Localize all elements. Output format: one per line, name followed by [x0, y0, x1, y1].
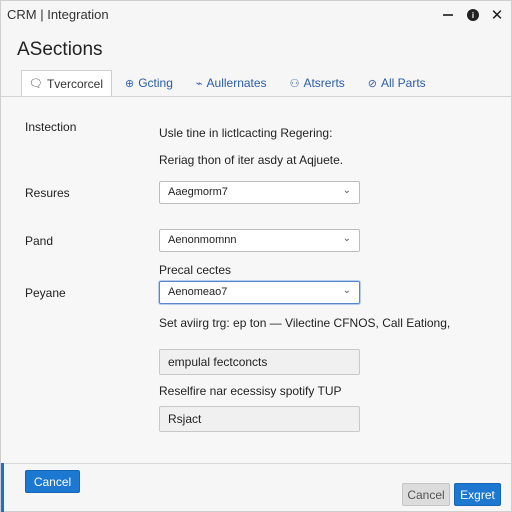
resources-select[interactable]: Aaegmorm7 ⌄: [159, 181, 360, 204]
settings-text: Set aviirg trg: ep ton — Vilectine CFNOS…: [159, 316, 451, 330]
globe-icon: ⊕: [124, 77, 135, 90]
resources-label: Resures: [25, 186, 70, 200]
chevron-down-icon: ⌄: [342, 185, 351, 196]
resources-value: Aaegmorm7: [168, 186, 228, 198]
tag-icon: ⊘: [367, 77, 377, 90]
minimize-icon: [443, 14, 453, 16]
title-bar: CRM | Integration i ✕: [1, 1, 511, 29]
pand-select[interactable]: Aenonmomnn ⌄: [159, 229, 360, 252]
peyane-select[interactable]: Aenomeao7 ⌄: [159, 281, 360, 304]
people-icon: ⚇: [289, 77, 300, 90]
page-title: ASections: [17, 39, 103, 60]
tab-label: Atsrerts: [303, 76, 345, 90]
instruction-subtext: Reriag thon of iter asdy at Aqjuete.: [159, 153, 344, 167]
instruction-label: Instection: [25, 120, 77, 134]
submit-button[interactable]: Exgret: [454, 483, 501, 506]
reject-field-value: Rsjact: [168, 412, 202, 426]
pand-value: Aenonmomnn: [168, 234, 237, 246]
reserve-text: Reselfire nar ecessisy spotify TUP: [159, 384, 342, 398]
close-icon: ✕: [490, 7, 504, 24]
emphasis-field[interactable]: empulal fectconcts: [159, 349, 360, 375]
chevron-down-icon: ⌄: [342, 285, 351, 296]
info-icon: i: [467, 9, 479, 21]
tab-all-parts[interactable]: ⊘ All Parts: [361, 70, 434, 96]
tab-gcting[interactable]: ⊕ Gcting: [118, 70, 181, 96]
tab-label: Aullernates: [206, 76, 267, 90]
emphasis-field-value: empulal fectconcts: [168, 355, 268, 369]
info-button[interactable]: i: [464, 6, 482, 24]
tab-bar: 🗨 Tvercorcel ⊕ Gcting ⌁ Aullernates ⚇ At…: [21, 70, 442, 96]
tab-aullernates[interactable]: ⌁ Aullernates: [189, 70, 275, 96]
cancel-button[interactable]: Cancel: [402, 483, 450, 506]
link-icon: ⌁: [195, 77, 203, 90]
tab-label: Gcting: [138, 76, 173, 90]
footer-divider: [1, 463, 511, 464]
preval-caption: Precal cectes: [159, 263, 232, 277]
tab-tvercorcel[interactable]: 🗨 Tvercorcel: [21, 70, 112, 96]
cancel-button-primary[interactable]: Cancel: [25, 470, 80, 493]
chat-icon: 🗨: [29, 78, 43, 90]
chevron-down-icon: ⌄: [342, 233, 351, 244]
dialog-window: CRM | Integration i ✕ ASections 🗨 Tverco…: [0, 0, 512, 512]
pand-label: Pand: [25, 234, 54, 248]
reject-field[interactable]: Rsjact: [159, 406, 360, 432]
tab-label: Tvercorcel: [46, 76, 103, 91]
instruction-text: Usle tine in lictlcacting Regering:: [159, 126, 333, 140]
minimize-button[interactable]: [439, 6, 457, 24]
accent-bar: [1, 463, 4, 512]
peyane-label: Peyane: [25, 286, 66, 300]
tab-label: All Parts: [381, 76, 426, 90]
peyane-value: Aenomeao7: [168, 286, 228, 298]
tab-atsrerts[interactable]: ⚇ Atsrerts: [283, 70, 353, 96]
close-button[interactable]: ✕: [488, 6, 506, 24]
tab-panel: Instection Usle tine in lictlcacting Reg…: [1, 96, 511, 462]
window-title: CRM | Integration: [7, 7, 109, 22]
